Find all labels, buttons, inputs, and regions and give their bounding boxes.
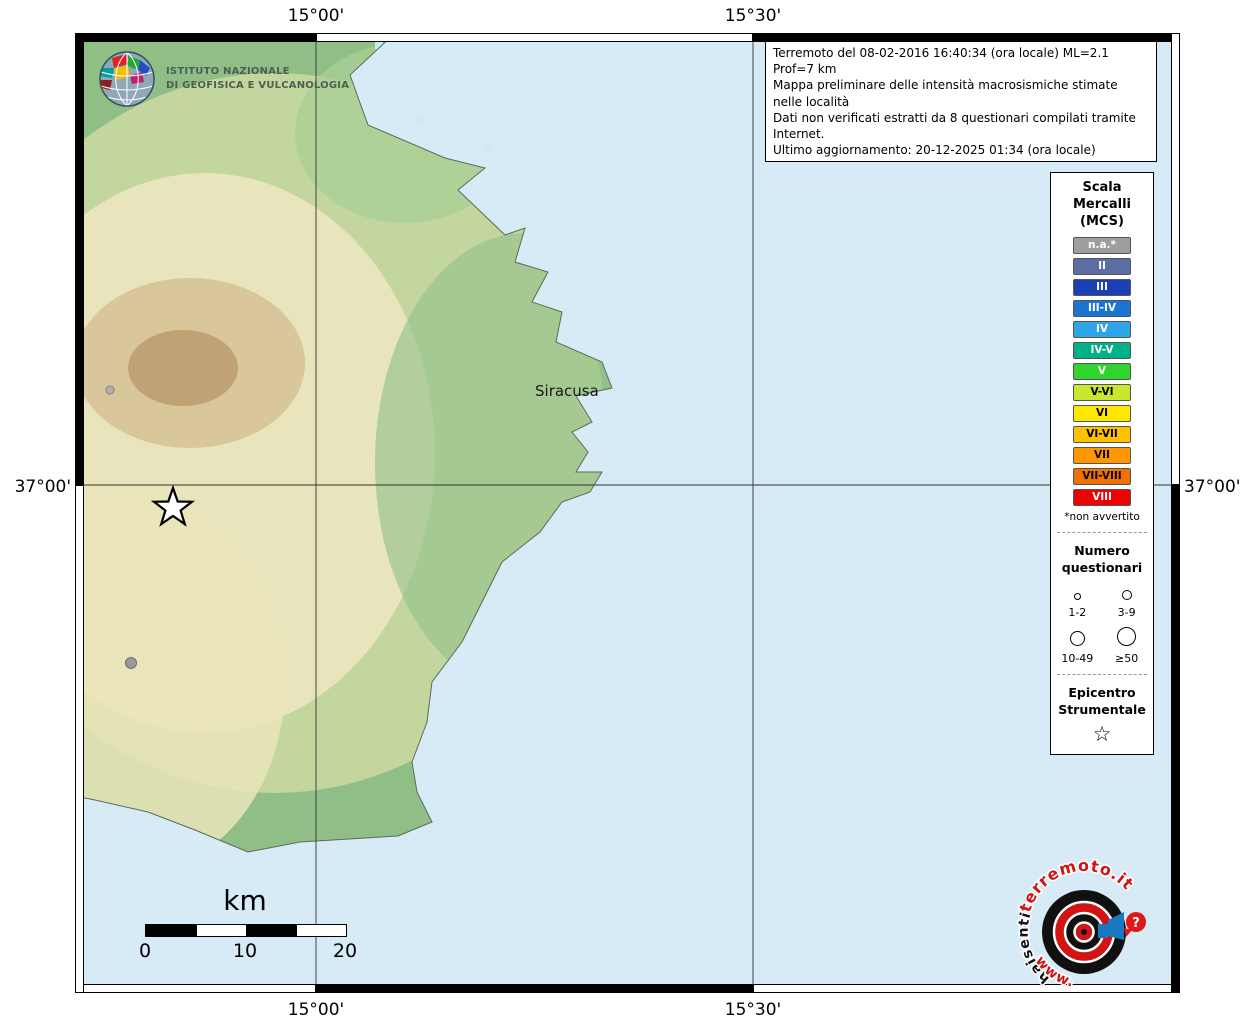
legend-title-line3: (MCS) (1051, 214, 1153, 231)
axis-label-top-right: 15°30' (703, 6, 803, 26)
mcs-chip-III-IV: III-IV (1073, 300, 1131, 317)
questionnaire-title: Numero questionari (1051, 542, 1153, 577)
questionnaire-size-label: 10-49 (1054, 652, 1100, 665)
legend-panel: Scala Mercalli (MCS) n.a.*IIIIIIII-IVIVI… (1050, 172, 1154, 755)
mcs-chip-VII: VII (1073, 447, 1131, 464)
legend-title-line1: Scala (1051, 180, 1153, 197)
mcs-chip-III: III (1073, 279, 1131, 296)
mcs-chip-n.a.*: n.a.* (1073, 237, 1131, 254)
questionnaire-size-item: 10-49 (1054, 631, 1100, 665)
epicenter-title-line1: Epicentro (1051, 684, 1153, 702)
felt-report-dot (106, 386, 114, 394)
mcs-chip-V-VI: V-VI (1073, 384, 1131, 401)
felt-report-dot (126, 658, 137, 669)
map-frame-segment (1171, 485, 1180, 993)
haisentitoilterremoto-logo: ? terremoto.it haisentito www. (1012, 856, 1162, 1006)
mcs-chip-VII-VIII: VII-VIII (1073, 468, 1131, 485)
map-frame-segment (75, 984, 316, 993)
questionnaire-size-row-1: 1-2 3-9 (1051, 585, 1153, 619)
mcs-chip-VI-VII: VI-VII (1073, 426, 1131, 443)
scale-bar-segment (246, 925, 296, 936)
ingv-logo (98, 50, 156, 108)
questionnaire-dot-50plus-icon (1117, 627, 1136, 646)
axis-label-bottom-left: 15°00' (266, 1000, 366, 1020)
mcs-chip-IV: IV (1073, 321, 1131, 338)
target-center-dot (1081, 929, 1087, 935)
map-frame-segment (75, 485, 84, 993)
legend-separator (1057, 674, 1147, 675)
question-mark: ? (1132, 916, 1140, 931)
mcs-chip-VIII: VIII (1073, 489, 1131, 506)
legend-title-line2: Mercalli (1051, 197, 1153, 214)
mcs-chip-II: II (1073, 258, 1131, 275)
questionnaire-size-row-2: 10-49 ≥50 (1051, 627, 1153, 665)
ingv-logo-block: ISTITUTO NAZIONALE DI GEOFISICA E VULCAN… (98, 50, 349, 108)
event-info-box: Terremoto del 08-02-2016 16:40:34 (ora l… (765, 41, 1157, 162)
questionnaire-size-label: 3-9 (1104, 606, 1150, 619)
ingv-name-line2: DI GEOFISICA E VULCANOLOGIA (166, 79, 349, 94)
questionnaire-size-label: ≥50 (1104, 652, 1150, 665)
epicenter-title: Epicentro Strumentale (1051, 684, 1153, 719)
siracusa-label: Siracusa (535, 382, 599, 400)
mcs-scale-chips: n.a.*IIIIIIII-IVIVIV-VVV-VIVIVI-VIIVIIVI… (1051, 237, 1153, 506)
questionnaire-dot-3-9-icon (1122, 590, 1132, 600)
lake-pixel (415, 115, 424, 124)
axis-label-right: 37°00' (1184, 477, 1254, 497)
legend-title: Scala Mercalli (MCS) (1051, 180, 1153, 231)
scalebar-tick-10: 10 (225, 940, 265, 962)
questionnaire-title-line1: Numero (1051, 542, 1153, 560)
lake-pixel (483, 145, 491, 153)
questionnaire-dot-10-49-icon (1070, 631, 1085, 646)
scalebar-unit-label: km (195, 884, 295, 917)
map-frame-segment (316, 33, 753, 42)
mcs-chip-IV-V: IV-V (1073, 342, 1131, 359)
mcs-chip-V: V (1073, 363, 1131, 380)
macroseismic-map-page: Siracusa 15°00' 15°30' 15°00' 15°30' 37°… (0, 0, 1254, 1024)
questionnaire-size-item: 3-9 (1104, 585, 1150, 619)
scale-bar-segment (146, 925, 196, 936)
scale-bar-segment (196, 925, 246, 936)
questionnaire-size-item: ≥50 (1104, 627, 1150, 665)
ingv-name-line1: ISTITUTO NAZIONALE (166, 65, 349, 80)
ingv-name: ISTITUTO NAZIONALE DI GEOFISICA E VULCAN… (166, 65, 349, 94)
map-frame-segment (75, 33, 316, 42)
questionnaire-size-item: 1-2 (1054, 585, 1100, 619)
info-line-update: Ultimo aggiornamento: 20-12-2025 01:34 (… (773, 142, 1149, 158)
scale-bar (145, 924, 347, 937)
mcs-chip-VI: VI (1073, 405, 1131, 422)
questionnaire-dot-1-2-icon (1074, 593, 1081, 600)
legend-separator (1057, 532, 1147, 533)
scalebar-tick-20: 20 (325, 940, 365, 962)
info-line-event: Terremoto del 08-02-2016 16:40:34 (ora l… (773, 45, 1149, 77)
scalebar-tick-0: 0 (125, 940, 165, 962)
epicenter-star-icon: ☆ (1051, 724, 1153, 745)
map-frame-segment (75, 33, 84, 485)
axis-label-left: 37°00' (0, 477, 71, 497)
legend-footnote: *non avvertito (1051, 511, 1153, 523)
map-canvas: Siracusa (75, 33, 1180, 993)
questionnaire-size-label: 1-2 (1054, 606, 1100, 619)
axis-label-top-left: 15°00' (266, 6, 366, 26)
questionnaire-title-line2: questionari (1051, 559, 1153, 577)
info-line-data: Dati non verificati estratti da 8 questi… (773, 110, 1149, 142)
epicenter-title-line2: Strumentale (1051, 701, 1153, 719)
info-line-map: Mappa preliminare delle intensità macros… (773, 77, 1149, 109)
map-frame-segment (1171, 33, 1180, 485)
axis-label-bottom-right: 15°30' (703, 1000, 803, 1020)
map-frame-segment (316, 984, 753, 993)
scale-bar-segment (296, 925, 346, 936)
